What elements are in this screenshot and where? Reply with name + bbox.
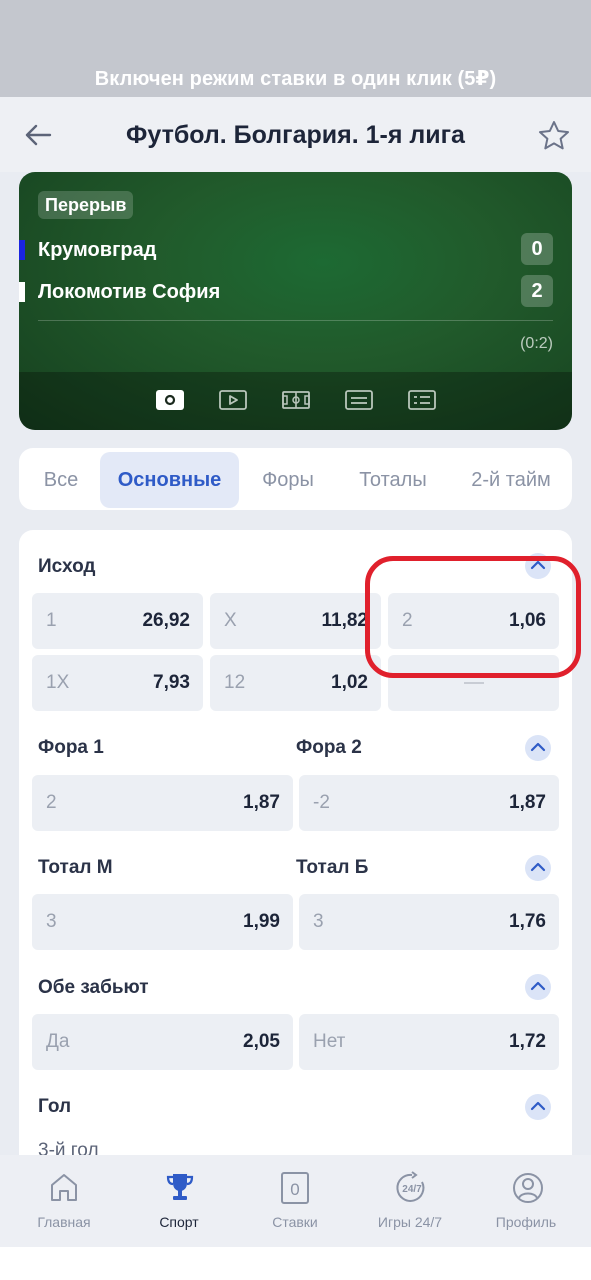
odd-button-1[interactable]: 1 26,92 [32, 593, 203, 649]
section-title-goal: Гол [38, 1096, 72, 1117]
odd-label: 3 [46, 911, 57, 932]
match-divider [38, 320, 553, 321]
bottom-navigation: Главная Спорт 0 Ставки 24/7 Игры 24/7 Пр… [0, 1155, 591, 1247]
section-title-handicap-1: Фора 1 [38, 737, 104, 758]
market-tabs: Все Основные Форы Тоталы 2-й тайм [19, 448, 572, 510]
games-badge: 24/7 [402, 1184, 422, 1195]
odd-label: X [224, 610, 237, 631]
odd-label: 12 [224, 672, 246, 693]
odd-label: 2 [46, 792, 57, 813]
nav-profile[interactable]: Профиль [467, 1155, 585, 1247]
odd-value: 7,93 [153, 672, 190, 693]
odd-value: 1,72 [509, 1031, 546, 1052]
collapse-total-button[interactable] [525, 855, 551, 881]
odd-label: -2 [313, 792, 330, 813]
nav-bets-label: Ставки [272, 1214, 318, 1230]
star-icon[interactable] [537, 119, 571, 153]
team-away-score: 2 [521, 275, 553, 307]
bets-icon: 0 [281, 1172, 309, 1204]
odd-button-handicap-1[interactable]: 2 1,87 [32, 775, 293, 831]
tab-all[interactable]: Все [23, 452, 99, 508]
match-status-badge: Перерыв [38, 191, 134, 219]
odd-label: Нет [313, 1031, 346, 1052]
section-title-total-over: Тотал Б [296, 857, 369, 878]
profile-icon [513, 1173, 543, 1203]
home-indicator-area [0, 1247, 591, 1280]
page-title: Футбол. Болгария. 1-я лига [126, 121, 465, 149]
match-card[interactable]: Перерыв Крумовград 0 Локомотив София 2 (… [19, 172, 572, 430]
games-icon: 24/7 [396, 1171, 425, 1202]
team-row-away: Локомотив София 2 [19, 275, 572, 309]
period-score: (0:2) [520, 335, 553, 352]
odd-button-handicap-2[interactable]: -2 1,87 [299, 775, 559, 831]
odd-label: 1X [46, 672, 70, 693]
highlight-circle-annotation [365, 556, 581, 678]
team-home-name: Крумовград [38, 239, 157, 261]
media-bar [19, 372, 572, 430]
tab-second-half[interactable]: 2-й тайм [453, 452, 569, 508]
odd-button-12[interactable]: 12 1,02 [210, 655, 381, 711]
section-title-btts: Обе забьют [38, 977, 149, 998]
nav-games[interactable]: 24/7 Игры 24/7 [351, 1155, 469, 1247]
odd-button-btts-no[interactable]: Нет 1,72 [299, 1014, 559, 1070]
collapse-handicap-button[interactable] [525, 735, 551, 761]
odd-button-x[interactable]: X 11,82 [210, 593, 381, 649]
trophy-icon [166, 1174, 194, 1200]
team-home-color-marker [19, 240, 25, 260]
nav-games-label: Игры 24/7 [377, 1214, 443, 1230]
nav-sport[interactable]: Спорт [120, 1155, 238, 1247]
nav-bets[interactable]: 0 Ставки [236, 1155, 354, 1247]
collapse-goal-button[interactable] [525, 1094, 551, 1120]
section-title-handicap-2: Фора 2 [296, 737, 362, 758]
odd-value: 1,02 [331, 672, 368, 693]
odd-value: 1,87 [243, 792, 280, 813]
collapse-btts-button[interactable] [525, 974, 551, 1000]
odd-value: 1,99 [243, 911, 280, 932]
status-area: Включен режим ставки в один клик (5₽) [0, 0, 591, 97]
odd-value: 2,05 [243, 1031, 280, 1052]
odd-button-1x[interactable]: 1X 7,93 [32, 655, 203, 711]
team-away-name: Локомотив София [38, 281, 221, 303]
odd-label: 1 [46, 610, 57, 631]
home-icon [51, 1174, 77, 1201]
chevron-up-icon [530, 981, 546, 991]
odd-label: Да [46, 1031, 70, 1052]
nav-profile-label: Профиль [495, 1214, 557, 1230]
odd-button-total-under[interactable]: 3 1,99 [32, 894, 293, 950]
odd-label: 3 [313, 911, 324, 932]
nav-home-label: Главная [37, 1214, 91, 1230]
video-icon[interactable] [218, 388, 248, 412]
section-title-outcome: Исход [38, 556, 96, 577]
chevron-up-icon [530, 1101, 546, 1111]
tab-handicaps[interactable]: Форы [243, 452, 333, 508]
odd-value: 11,82 [321, 610, 369, 631]
team-row-home: Крумовград 0 [19, 233, 572, 267]
text-feed-icon[interactable] [407, 388, 437, 412]
team-home-score: 0 [521, 233, 553, 265]
nav-home[interactable]: Главная [5, 1155, 123, 1247]
nav-sport-label: Спорт [159, 1214, 199, 1230]
chevron-up-icon [530, 742, 546, 752]
tab-totals[interactable]: Тоталы [343, 452, 443, 508]
section-title-total-under: Тотал М [38, 857, 113, 878]
odd-value: 26,92 [142, 610, 190, 631]
unavailable-dash [464, 682, 484, 684]
team-away-color-marker [19, 282, 25, 302]
bets-badge: 0 [290, 1180, 299, 1199]
one-click-notice: Включен режим ставки в один клик (5₽) [94, 68, 497, 90]
tab-main[interactable]: Основные [100, 452, 239, 508]
page-header: Футбол. Болгария. 1-я лига [0, 97, 591, 172]
odd-value: 1,76 [509, 911, 546, 932]
scoreboard-icon[interactable] [155, 388, 185, 412]
field-icon[interactable] [281, 388, 311, 412]
odd-button-btts-yes[interactable]: Да 2,05 [32, 1014, 293, 1070]
odd-button-total-over[interactable]: 3 1,76 [299, 894, 559, 950]
chevron-up-icon [530, 862, 546, 872]
stats-icon[interactable] [344, 388, 374, 412]
odd-value: 1,87 [509, 792, 546, 813]
